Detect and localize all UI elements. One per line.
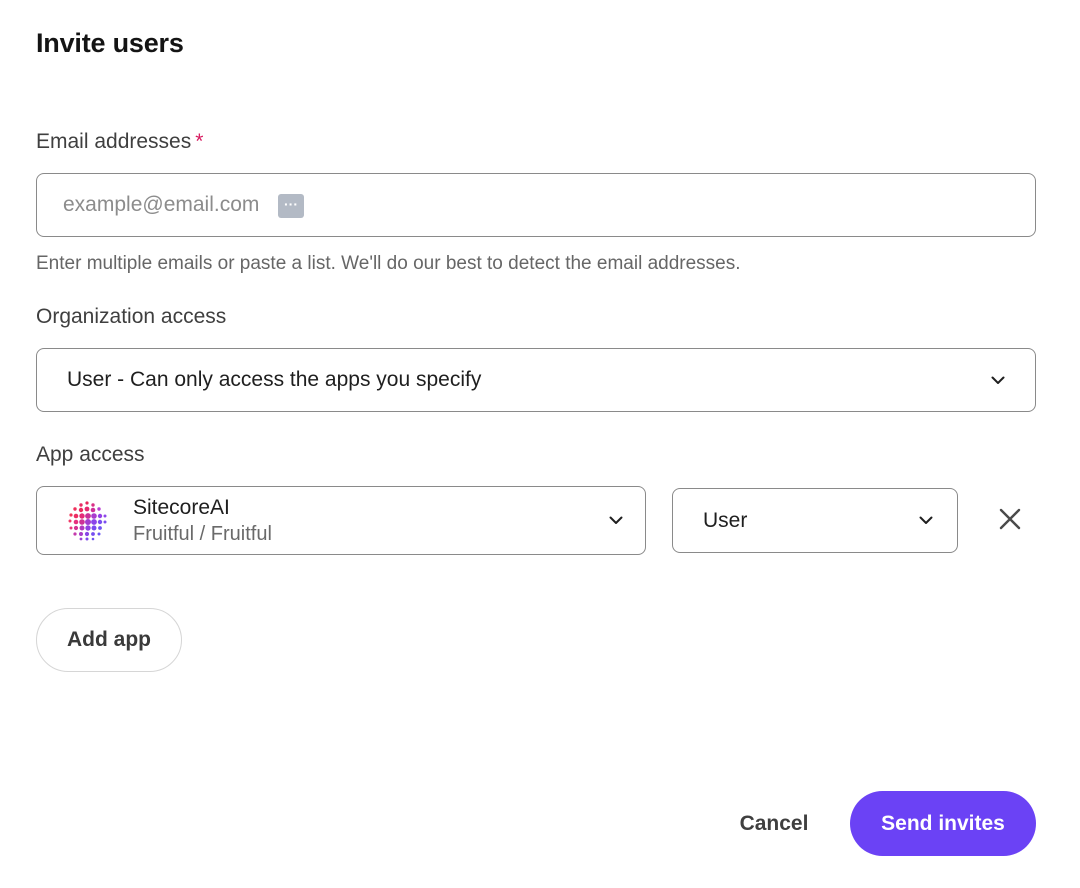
email-helper-text: Enter multiple emails or paste a list. W… xyxy=(36,253,741,274)
email-field[interactable]: ··· xyxy=(36,173,1036,237)
dialog-title: Invite users xyxy=(36,28,184,58)
invite-users-dialog: Invite users Email addresses* ··· Enter … xyxy=(0,0,1080,888)
chevron-down-icon xyxy=(919,514,933,528)
close-icon xyxy=(999,508,1021,535)
sitecore-logo-icon xyxy=(65,499,109,543)
chevron-down-icon xyxy=(609,514,623,528)
password-manager-icon[interactable]: ··· xyxy=(278,194,304,218)
app-select[interactable]: SitecoreAI Fruitful / Fruitful xyxy=(36,486,646,555)
app-subtitle: Fruitful / Fruitful xyxy=(133,522,272,545)
email-label-text: Email addresses xyxy=(36,130,192,153)
add-app-button[interactable]: Add app xyxy=(36,608,182,672)
chevron-down-icon xyxy=(991,373,1005,387)
app-role-select[interactable]: User xyxy=(672,488,958,553)
cancel-button[interactable]: Cancel xyxy=(716,792,832,856)
app-access-label: App access xyxy=(36,443,145,466)
email-input[interactable] xyxy=(37,174,1035,236)
required-marker: * xyxy=(195,130,204,153)
organization-access-select[interactable]: User - Can only access the apps you spec… xyxy=(36,348,1036,412)
organization-access-label: Organization access xyxy=(36,305,227,328)
send-invites-button[interactable]: Send invites xyxy=(850,791,1036,856)
app-info: SitecoreAI Fruitful / Fruitful xyxy=(133,494,609,548)
email-label: Email addresses * xyxy=(36,130,203,154)
app-name: SitecoreAI xyxy=(133,495,230,519)
app-role-value: User xyxy=(703,508,748,532)
organization-access-value: User - Can only access the apps you spec… xyxy=(67,368,482,391)
remove-app-button[interactable] xyxy=(996,507,1024,535)
